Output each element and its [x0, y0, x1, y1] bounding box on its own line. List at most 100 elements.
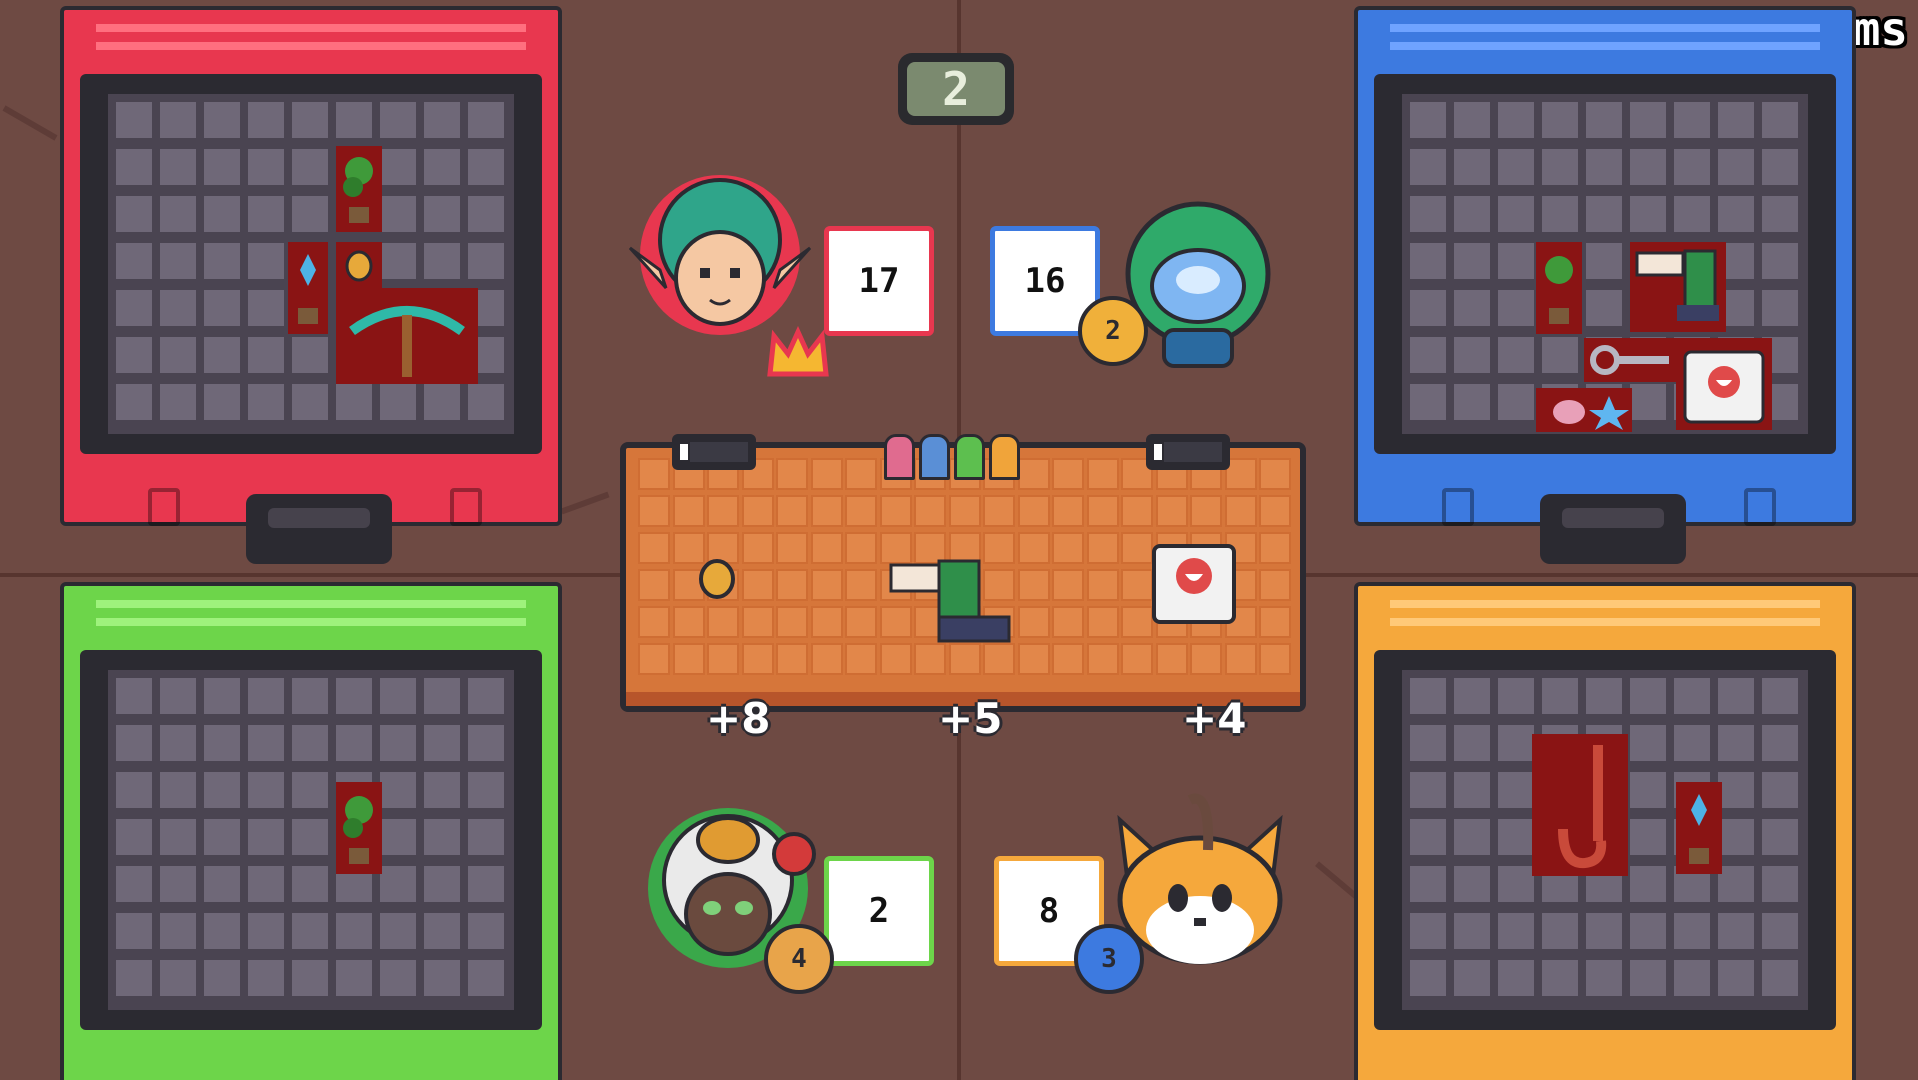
inventory-slot[interactable] [1718, 772, 1754, 808]
inventory-slot[interactable] [116, 196, 152, 232]
milk-carton-item[interactable] [884, 554, 1020, 650]
inventory-slot[interactable] [1762, 290, 1798, 326]
inventory-slot[interactable] [160, 678, 196, 714]
inventory-slot[interactable] [292, 819, 328, 855]
inventory-slot[interactable] [204, 819, 240, 855]
table-slot[interactable] [1224, 643, 1257, 675]
inventory-slot[interactable] [1630, 384, 1666, 420]
inventory-slot[interactable] [1498, 772, 1534, 808]
inventory-slot[interactable] [204, 772, 240, 808]
table-slot[interactable] [1155, 643, 1188, 675]
inventory-slot[interactable] [1674, 678, 1710, 714]
potted-plant-item[interactable] [336, 146, 382, 232]
table-slot[interactable] [1052, 495, 1084, 527]
inventory-slot[interactable] [160, 290, 196, 326]
inventory-slot[interactable] [1586, 149, 1622, 185]
inventory-slot[interactable] [1410, 102, 1446, 138]
grappling-hook-item[interactable] [1532, 734, 1628, 876]
inventory-slot[interactable] [1762, 243, 1798, 279]
inventory-slot[interactable] [1674, 102, 1710, 138]
inventory-slot[interactable] [1674, 960, 1710, 996]
inventory-slot[interactable] [1410, 149, 1446, 185]
table-slot[interactable] [845, 569, 877, 601]
table-slot[interactable] [707, 643, 739, 675]
inventory-slot[interactable] [1762, 866, 1798, 902]
inventory-slot[interactable] [1454, 913, 1490, 949]
inventory-slot[interactable] [1454, 149, 1490, 185]
inventory-slot[interactable] [116, 290, 152, 326]
inventory-slot[interactable] [248, 290, 284, 326]
inventory-slot[interactable] [248, 960, 284, 996]
first-aid-kit-item[interactable] [1676, 338, 1772, 430]
inventory-slot[interactable] [468, 384, 504, 420]
inventory-slot[interactable] [380, 819, 416, 855]
inventory-slot[interactable] [1718, 149, 1754, 185]
inventory-slot[interactable] [1454, 678, 1490, 714]
inventory-slot[interactable] [160, 384, 196, 420]
inventory-slot[interactable] [248, 866, 284, 902]
inventory-slot[interactable] [424, 913, 460, 949]
inventory-slot[interactable] [248, 149, 284, 185]
inventory-slot[interactable] [468, 913, 504, 949]
inventory-slot[interactable] [380, 725, 416, 761]
inventory-slot[interactable] [248, 384, 284, 420]
inventory-slot[interactable] [1498, 290, 1534, 326]
inventory-slot[interactable] [468, 819, 504, 855]
table-slot[interactable] [1259, 495, 1291, 527]
inventory-slot[interactable] [1454, 196, 1490, 232]
inventory-slot[interactable] [1630, 725, 1666, 761]
inventory-slot[interactable] [160, 866, 196, 902]
inventory-slot[interactable] [204, 102, 240, 138]
inventory-slot[interactable] [1498, 102, 1534, 138]
table-slot[interactable] [1017, 643, 1050, 675]
inventory-slot[interactable] [1454, 384, 1490, 420]
inventory-slot[interactable] [116, 243, 152, 279]
inventory-slot[interactable] [1410, 290, 1446, 326]
table-slot[interactable] [776, 458, 808, 490]
inventory-slot[interactable] [160, 725, 196, 761]
inventory-slot[interactable] [292, 866, 328, 902]
table-slot[interactable] [1086, 569, 1119, 601]
table-slot[interactable] [741, 606, 774, 638]
table-slot[interactable] [1086, 606, 1119, 638]
inventory-slot[interactable] [424, 819, 460, 855]
table-slot[interactable] [776, 643, 808, 675]
table-slot[interactable] [810, 569, 843, 601]
inventory-slot[interactable] [1762, 678, 1798, 714]
table-slot[interactable] [1086, 532, 1119, 564]
inventory-slot[interactable] [468, 102, 504, 138]
inventory-slot[interactable] [204, 678, 240, 714]
table-slot[interactable] [638, 532, 670, 564]
inventory-slot[interactable] [204, 866, 240, 902]
inventory-slot[interactable] [1498, 337, 1534, 373]
inventory-slot[interactable] [1542, 913, 1578, 949]
inventory-slot[interactable] [1674, 913, 1710, 949]
inventory-slot[interactable] [468, 772, 504, 808]
inventory-slot[interactable] [1586, 243, 1622, 279]
inventory-slot[interactable] [292, 725, 328, 761]
table-slot[interactable] [1259, 458, 1291, 490]
table-slot[interactable] [638, 606, 670, 638]
inventory-slot[interactable] [1586, 196, 1622, 232]
inventory-slot[interactable] [204, 960, 240, 996]
inventory-slot[interactable] [1718, 866, 1754, 902]
inventory-slot[interactable] [160, 772, 196, 808]
inventory-slot[interactable] [336, 678, 372, 714]
inventory-slot[interactable] [424, 678, 460, 714]
inventory-slot[interactable] [468, 678, 504, 714]
inventory-slot[interactable] [292, 772, 328, 808]
inventory-slot[interactable] [204, 149, 240, 185]
inventory-slot[interactable] [1498, 678, 1534, 714]
inventory-slot[interactable] [1542, 149, 1578, 185]
inventory-slot[interactable] [160, 913, 196, 949]
inventory-slot[interactable] [1410, 866, 1446, 902]
inventory-slot[interactable] [1410, 678, 1446, 714]
inventory-slot[interactable] [1718, 102, 1754, 138]
inventory-slot[interactable] [1498, 196, 1534, 232]
table-slot[interactable] [638, 495, 670, 527]
inventory-slot[interactable] [1454, 819, 1490, 855]
inventory-slot[interactable] [1454, 243, 1490, 279]
inventory-slot[interactable] [1718, 196, 1754, 232]
inventory-slot[interactable] [160, 196, 196, 232]
table-slot[interactable] [1052, 569, 1084, 601]
